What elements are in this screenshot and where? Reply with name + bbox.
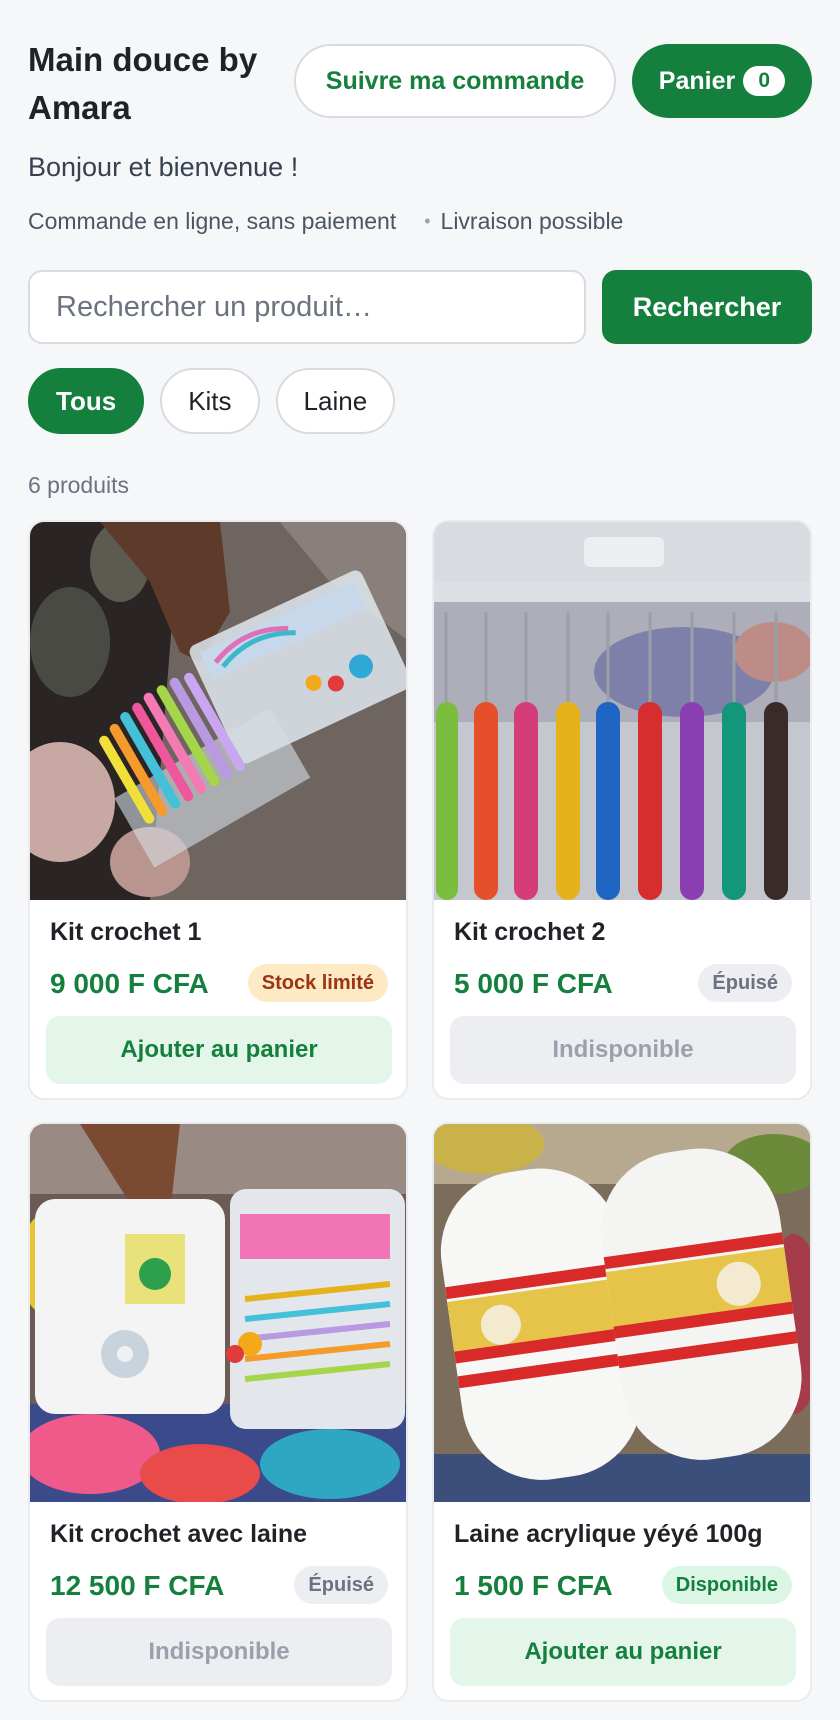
info-delivery: Livraison possible <box>440 208 624 234</box>
product-image-crochet-kit-with-yarn[interactable] <box>30 1124 406 1502</box>
product-image-crochet-kit[interactable] <box>30 522 406 900</box>
filter-chip-laine[interactable]: Laine <box>275 368 396 434</box>
unavailable-button[interactable]: Indisponible <box>450 1016 796 1084</box>
product-card: Laine acrylique yéyé 100g 1 500 F CFA Di… <box>432 1122 812 1702</box>
category-filters: Tous Kits Laine <box>28 368 396 434</box>
product-price: 5 000 F CFA <box>454 968 613 999</box>
product-name: Laine acrylique yéyé 100g <box>454 1520 763 1548</box>
info-line: Commande en ligne, sans paiement • Livra… <box>28 208 623 235</box>
greeting: Bonjour et bienvenue ! <box>28 152 299 182</box>
cart-button[interactable]: Panier 0 <box>632 44 812 118</box>
filter-chip-all[interactable]: Tous <box>28 368 145 434</box>
product-name: Kit crochet 2 <box>454 918 606 946</box>
track-order-button[interactable]: Suivre ma commande <box>294 44 616 118</box>
product-name: Kit crochet 1 <box>50 918 202 946</box>
filter-chip-kits[interactable]: Kits <box>160 368 260 434</box>
product-image-yarn[interactable] <box>434 1124 810 1502</box>
search-placeholder: Rechercher un produit… <box>56 290 372 323</box>
product-price: 9 000 F CFA <box>50 968 209 999</box>
unavailable-button[interactable]: Indisponible <box>46 1618 392 1686</box>
header: Main douce by Amara Suivre ma commande P… <box>28 36 812 126</box>
cart-label: Panier <box>658 66 736 95</box>
separator-dot: • <box>424 211 431 231</box>
product-card: Kit crochet 2 5 000 F CFA Épuisé Indispo… <box>432 520 812 1100</box>
product-card: Kit crochet 1 9 000 F CFA Stock limité A… <box>28 520 408 1100</box>
product-image-crochet-hooks[interactable] <box>434 522 810 900</box>
search-input[interactable]: Rechercher un produit… <box>28 270 586 344</box>
add-to-cart-button[interactable]: Ajouter au panier <box>450 1618 796 1686</box>
cart-count-badge: 0 <box>743 66 786 96</box>
stock-badge: Disponible <box>661 1566 792 1604</box>
info-online-order: Commande en ligne, sans paiement <box>28 208 397 234</box>
product-card: Kit crochet avec laine 12 500 F CFA Épui… <box>28 1122 408 1702</box>
product-count: 6 produits <box>28 472 130 498</box>
add-to-cart-button[interactable]: Ajouter au panier <box>46 1016 392 1084</box>
product-price: 1 500 F CFA <box>454 1570 613 1601</box>
shop-name: Main douce by Amara <box>28 41 258 126</box>
product-name: Kit crochet avec laine <box>50 1520 308 1548</box>
stock-badge: Épuisé <box>698 964 792 1002</box>
search-button[interactable]: Rechercher <box>602 270 812 344</box>
stock-badge: Épuisé <box>294 1566 388 1604</box>
product-price: 12 500 F CFA <box>50 1570 225 1601</box>
stock-badge: Stock limité <box>247 964 388 1002</box>
